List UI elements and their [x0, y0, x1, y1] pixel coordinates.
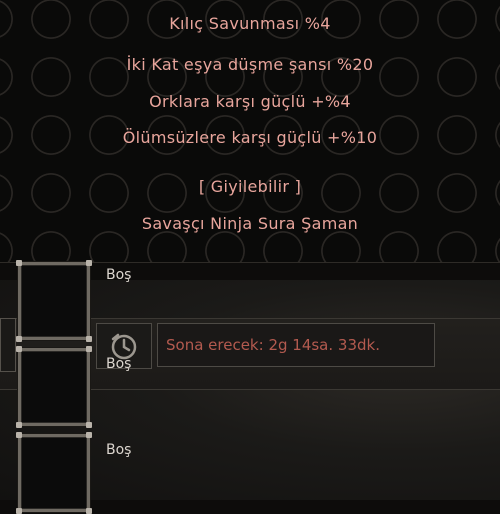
equipment-slot-2[interactable]	[16, 346, 92, 428]
slot-1-label: Boş	[106, 267, 132, 283]
slot-corner	[16, 422, 22, 428]
slot-corner	[86, 422, 92, 428]
slot-corner	[16, 336, 22, 342]
slot-corner	[86, 336, 92, 342]
equipment-slot-1[interactable]	[16, 260, 92, 342]
slot-corner	[16, 432, 22, 438]
slot-corner	[86, 508, 92, 514]
slot-corner	[86, 260, 92, 266]
allowed-classes: Savaşçı Ninja Sura Şaman	[141, 214, 359, 233]
expiry-timer-text: Sona erecek: 2g 14sa. 33dk.	[166, 336, 380, 354]
bonus-double-drop: İki Kat eşya düşme şansı %20	[126, 55, 374, 74]
bonus-undead: Ölümsüzlere karşı güçlü +%10	[122, 128, 378, 147]
equipment-slot-3[interactable]	[16, 432, 92, 514]
strip-left-edge	[0, 318, 16, 372]
expiry-timer: Sona erecek: 2g 14sa. 33dk.	[157, 323, 435, 367]
bonus-orcs: Orklara karşı güçlü +%4	[149, 92, 351, 111]
slot-corner	[16, 346, 22, 352]
bonus-sword-defense: Kılıç Savunması %4	[169, 14, 331, 33]
slot-corner	[86, 432, 92, 438]
slot-corner	[86, 346, 92, 352]
slot-2-label: Boş	[106, 356, 132, 372]
slot-3-label: Boş	[106, 442, 132, 458]
slot-corner	[16, 260, 22, 266]
slot-corner	[16, 508, 22, 514]
item-tooltip: Kılıç Savunması %4 İki Kat eşya düşme şa…	[0, 0, 500, 263]
wearable-label: [ Giyilebilir ]	[198, 177, 302, 196]
